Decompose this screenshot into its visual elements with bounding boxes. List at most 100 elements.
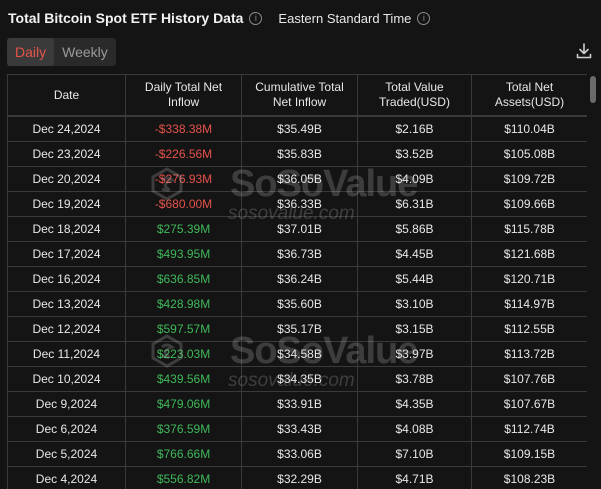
column-header-total-value-traded[interactable]: Total Value Traded(USD) [357, 74, 472, 116]
cell-total-value-traded: $6.31B [357, 191, 472, 217]
page-title: Total Bitcoin Spot ETF History Data [8, 10, 244, 26]
cell-total-value-traded: $4.35B [357, 391, 472, 417]
table-row[interactable]: Dec 18,2024 $275.39M $37.01B $5.86B $115.78B [7, 216, 587, 242]
table-row[interactable]: Dec 20,2024 -$276.93M $36.05B $4.09B $109.72… [7, 166, 587, 192]
cell-cumulative-net-inflow: $33.91B [241, 391, 358, 417]
column-header-date[interactable]: Date [7, 74, 126, 116]
cell-total-value-traded: $3.10B [357, 291, 472, 317]
table-row[interactable]: Dec 16,2024 $636.85M $36.24B $5.44B $120.71B [7, 266, 587, 292]
history-table: Date Daily Total Net Inflow Cumulative T… [7, 74, 587, 489]
cell-cumulative-net-inflow: $33.06B [241, 441, 358, 467]
download-icon[interactable] [575, 42, 593, 60]
cell-total-value-traded: $2.16B [357, 116, 472, 142]
cell-total-value-traded: $4.71B [357, 466, 472, 489]
cell-cumulative-net-inflow: $34.35B [241, 366, 358, 392]
cell-total-net-assets: $109.66B [471, 191, 587, 217]
cell-total-value-traded: $3.97B [357, 341, 472, 367]
cell-cumulative-net-inflow: $36.33B [241, 191, 358, 217]
cell-cumulative-net-inflow: $35.60B [241, 291, 358, 317]
cell-total-net-assets: $114.97B [471, 291, 587, 317]
cell-date: Dec 18,2024 [7, 216, 126, 242]
cell-daily-net-inflow: -$226.56M [125, 141, 242, 167]
cell-total-net-assets: $115.78B [471, 216, 587, 242]
table-row[interactable]: Dec 17,2024 $493.95M $36.73B $4.45B $121.68B [7, 241, 587, 267]
column-header-cumulative-net-inflow[interactable]: Cumulative Total Net Inflow [241, 74, 358, 116]
cell-cumulative-net-inflow: $35.49B [241, 116, 358, 142]
cell-daily-net-inflow: $223.03M [125, 341, 242, 367]
cell-daily-net-inflow: -$680.00M [125, 191, 242, 217]
cell-total-value-traded: $4.08B [357, 416, 472, 442]
cell-total-value-traded: $3.15B [357, 316, 472, 342]
cell-daily-net-inflow: -$338.38M [125, 116, 242, 142]
table-row[interactable]: Dec 13,2024 $428.98M $35.60B $3.10B $114.97B [7, 291, 587, 317]
cell-daily-net-inflow: $493.95M [125, 241, 242, 267]
cell-total-net-assets: $120.71B [471, 266, 587, 292]
cell-daily-net-inflow: $428.98M [125, 291, 242, 317]
cell-date: Dec 20,2024 [7, 166, 126, 192]
table-row[interactable]: Dec 12,2024 $597.57M $35.17B $3.15B $112.55B [7, 316, 587, 342]
cell-total-net-assets: $108.23B [471, 466, 587, 489]
cell-total-value-traded: $7.10B [357, 441, 472, 467]
history-table-container[interactable]: Date Daily Total Net Inflow Cumulative T… [7, 74, 587, 489]
table-row[interactable]: Dec 19,2024 -$680.00M $36.33B $6.31B $109.66… [7, 191, 587, 217]
cell-daily-net-inflow: -$276.93M [125, 166, 242, 192]
cell-cumulative-net-inflow: $33.43B [241, 416, 358, 442]
column-header-daily-net-inflow[interactable]: Daily Total Net Inflow [125, 74, 242, 116]
table-row[interactable]: Dec 23,2024 -$226.56M $35.83B $3.52B $105.08… [7, 141, 587, 167]
cell-date: Dec 16,2024 [7, 266, 126, 292]
cell-date: Dec 4,2024 [7, 466, 126, 489]
cell-date: Dec 10,2024 [7, 366, 126, 392]
table-row[interactable]: Dec 6,2024 $376.59M $33.43B $4.08B $112.74B [7, 416, 587, 442]
timezone-label: Eastern Standard Time [278, 10, 412, 26]
cell-daily-net-inflow: $636.85M [125, 266, 242, 292]
cell-daily-net-inflow: $556.82M [125, 466, 242, 489]
cell-date: Dec 9,2024 [7, 391, 126, 417]
cell-date: Dec 6,2024 [7, 416, 126, 442]
tab-weekly[interactable]: Weekly [54, 38, 116, 66]
page-header: Total Bitcoin Spot ETF History Data i Ea… [8, 8, 431, 28]
table-row[interactable]: Dec 4,2024 $556.82M $32.29B $4.71B $108.23B [7, 466, 587, 489]
table-row[interactable]: Dec 24,2024 -$338.38M $35.49B $2.16B $110.04… [7, 116, 587, 142]
cell-cumulative-net-inflow: $36.73B [241, 241, 358, 267]
cell-date: Dec 5,2024 [7, 441, 126, 467]
cell-total-value-traded: $3.78B [357, 366, 472, 392]
cell-total-net-assets: $109.15B [471, 441, 587, 467]
cell-daily-net-inflow: $439.56M [125, 366, 242, 392]
cell-daily-net-inflow: $479.06M [125, 391, 242, 417]
cell-total-value-traded: $5.86B [357, 216, 472, 242]
cell-cumulative-net-inflow: $36.05B [241, 166, 358, 192]
cell-date: Dec 23,2024 [7, 141, 126, 167]
cell-cumulative-net-inflow: $36.24B [241, 266, 358, 292]
cell-total-net-assets: $107.67B [471, 391, 587, 417]
cell-total-net-assets: $110.04B [471, 116, 587, 142]
table-row[interactable]: Dec 11,2024 $223.03M $34.58B $3.97B $113.72B [7, 341, 587, 367]
cell-total-value-traded: $4.09B [357, 166, 472, 192]
scrollbar-thumb[interactable] [590, 76, 596, 103]
cell-total-net-assets: $109.72B [471, 166, 587, 192]
table-header-row: Date Daily Total Net Inflow Cumulative T… [7, 74, 587, 116]
cell-daily-net-inflow: $275.39M [125, 216, 242, 242]
cell-daily-net-inflow: $766.66M [125, 441, 242, 467]
cell-date: Dec 13,2024 [7, 291, 126, 317]
cell-total-net-assets: $112.74B [471, 416, 587, 442]
cell-total-net-assets: $121.68B [471, 241, 587, 267]
cell-total-value-traded: $4.45B [357, 241, 472, 267]
cell-daily-net-inflow: $376.59M [125, 416, 242, 442]
cell-total-net-assets: $105.08B [471, 141, 587, 167]
info-icon[interactable]: i [417, 11, 431, 25]
cell-date: Dec 19,2024 [7, 191, 126, 217]
tab-daily[interactable]: Daily [7, 38, 55, 66]
cell-total-net-assets: $113.72B [471, 341, 587, 367]
column-header-total-net-assets[interactable]: Total Net Assets(USD) [471, 74, 587, 116]
cell-total-net-assets: $112.55B [471, 316, 587, 342]
table-row[interactable]: Dec 5,2024 $766.66M $33.06B $7.10B $109.15B [7, 441, 587, 467]
table-row[interactable]: Dec 9,2024 $479.06M $33.91B $4.35B $107.67B [7, 391, 587, 417]
cell-daily-net-inflow: $597.57M [125, 316, 242, 342]
info-icon[interactable]: i [249, 11, 263, 25]
table-row[interactable]: Dec 10,2024 $439.56M $34.35B $3.78B $107.76B [7, 366, 587, 392]
cell-date: Dec 11,2024 [7, 341, 126, 367]
cell-total-value-traded: $3.52B [357, 141, 472, 167]
cell-date: Dec 17,2024 [7, 241, 126, 267]
cell-cumulative-net-inflow: $35.83B [241, 141, 358, 167]
cell-date: Dec 12,2024 [7, 316, 126, 342]
